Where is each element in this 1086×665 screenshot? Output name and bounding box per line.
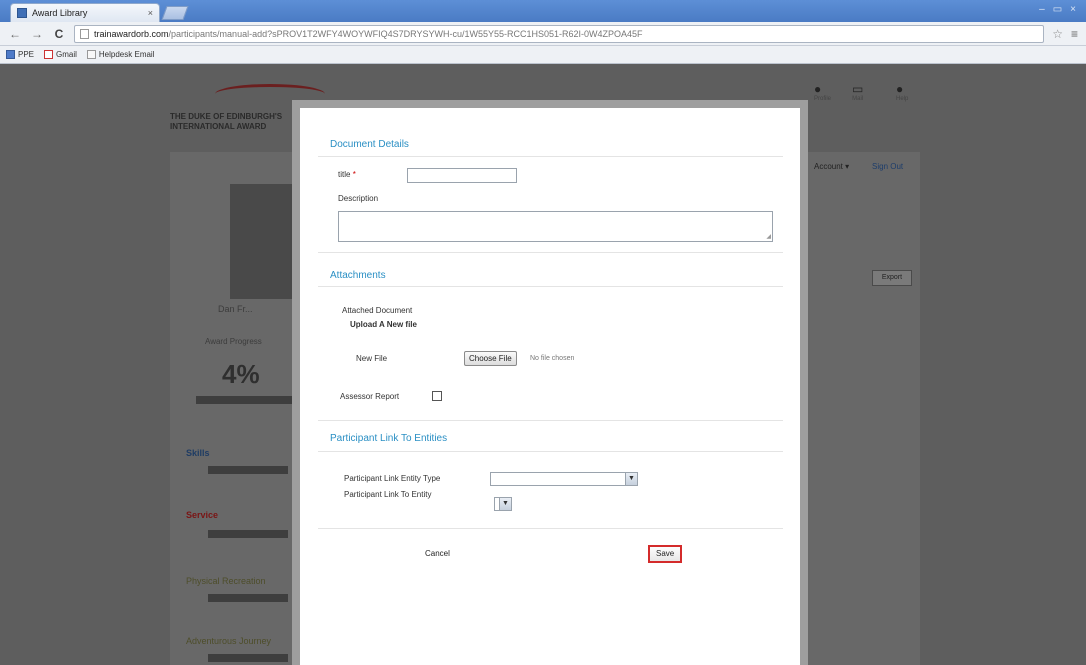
close-window-icon[interactable]: × [1070,4,1076,15]
logo-line-1: THE DUKE OF EDINBURGH'S [170,112,283,121]
description-textarea[interactable]: ◢ [338,211,773,242]
profile-icon-label: Profile [814,96,832,102]
tab-close-icon[interactable]: × [148,8,153,18]
export-button: Export [872,270,912,286]
bookmark-label: PPE [18,50,35,59]
side-item-physical: Physical Recreation [186,576,266,586]
help-icon-label: Help [896,96,909,102]
side-item-skills: Skills [186,448,210,458]
forward-icon[interactable]: → [30,27,44,41]
bookmark-icon [6,50,15,59]
url-path: /participants/manual-add?sPROV1T2WFY4WOY… [168,28,643,39]
link-to-entity-label: Participant Link To Entity [344,490,432,499]
bookmarks-bar: PPE Gmail Helpdesk Email [0,46,1086,64]
bookmark-label: Helpdesk Email [98,50,155,59]
bookmark-label: Gmail [56,50,77,59]
address-bar[interactable]: trainawardorb.com /participants/manual-a… [74,24,1045,43]
logo-line-2: INTERNATIONAL AWARD [170,122,267,131]
side-item-adventurous: Adventurous Journey [186,636,272,646]
assessor-report-label: Assessor Report [340,392,400,401]
save-button[interactable]: Save [648,545,683,563]
attached-document-label: Attached Document [342,306,413,315]
divider [318,451,783,452]
browser-tab[interactable]: Award Library × [10,3,160,22]
modal-overlay-frame: Document Details title * Description ◢ A… [292,100,808,665]
side-item-bar [208,466,288,474]
maximize-icon[interactable]: ▭ [1053,4,1062,15]
url-host: trainawardorb.com [94,28,169,39]
side-item-bar [208,654,288,662]
progress-value: 4% [222,359,260,389]
favicon-icon [17,8,27,18]
divider [318,528,783,529]
window-controls: – ▭ × [1039,4,1076,15]
side-item-bar [208,530,288,538]
gmail-icon [44,50,54,59]
mail-icon: ▭ Mail [852,82,864,102]
sign-out-link: Sign Out [872,162,904,171]
divider [318,420,783,421]
new-file-label: New File [356,354,388,363]
choose-file-button[interactable]: Choose File [464,351,517,366]
reload-icon[interactable]: C [52,27,66,41]
account-dropdown: Account ▾ [814,162,850,171]
side-item-bar [208,594,288,602]
participant-name: Dan Fr... [218,304,253,314]
cancel-button[interactable]: Cancel [418,545,457,563]
page-icon [86,50,96,59]
divider [318,252,783,253]
participant-link-heading: Participant Link To Entities [330,433,448,444]
attachments-heading: Attachments [330,270,386,281]
bookmark-gmail[interactable]: Gmail [44,50,77,59]
required-asterisk: * [352,170,356,179]
divider [318,286,783,287]
upload-new-file-label: Upload A New file [350,320,417,329]
site-logo: THE DUKE OF EDINBURGH'S INTERNATIONAL AW… [170,112,282,132]
mail-icon-label: Mail [852,96,864,102]
bookmark-ppe[interactable]: PPE [6,50,34,59]
link-to-entity-select[interactable]: ▼ [494,497,512,511]
minimize-icon[interactable]: – [1039,4,1045,15]
profile-icon: ● Profile [814,82,832,102]
progress-bar [196,396,296,404]
page-icon [80,28,89,39]
title-label: title * [338,170,356,179]
entity-type-select[interactable]: ▼ [490,472,638,486]
document-details-heading: Document Details [330,139,409,150]
browser-tabstrip: Award Library × – ▭ × [0,0,1086,22]
tab-title: Award Library [32,8,88,18]
dropdown-arrow-icon: ▼ [625,473,637,485]
help-icon: ● Help [896,82,909,102]
back-icon[interactable]: ← [8,27,22,41]
title-input[interactable] [407,168,517,183]
description-label: Description [338,194,379,203]
side-item-service: Service [186,510,219,520]
menu-icon[interactable]: ≡ [1071,27,1078,41]
progress-label: Award Progress [205,337,262,346]
no-file-chosen-text: No file chosen [530,355,575,362]
assessor-report-checkbox[interactable] [432,391,442,401]
browser-toolbar: ← → C trainawardorb.com /participants/ma… [0,22,1086,46]
dropdown-arrow-icon: ▼ [499,498,511,510]
resize-grip-icon[interactable]: ◢ [766,234,771,240]
divider [318,156,783,157]
document-upload-dialog: Document Details title * Description ◢ A… [300,108,800,665]
bookmark-helpdesk[interactable]: Helpdesk Email [86,50,155,59]
participant-photo [230,184,300,299]
bookmark-star-icon[interactable]: ☆ [1052,27,1063,41]
new-tab-button[interactable] [161,6,189,20]
entity-type-label: Participant Link Entity Type [344,474,441,483]
